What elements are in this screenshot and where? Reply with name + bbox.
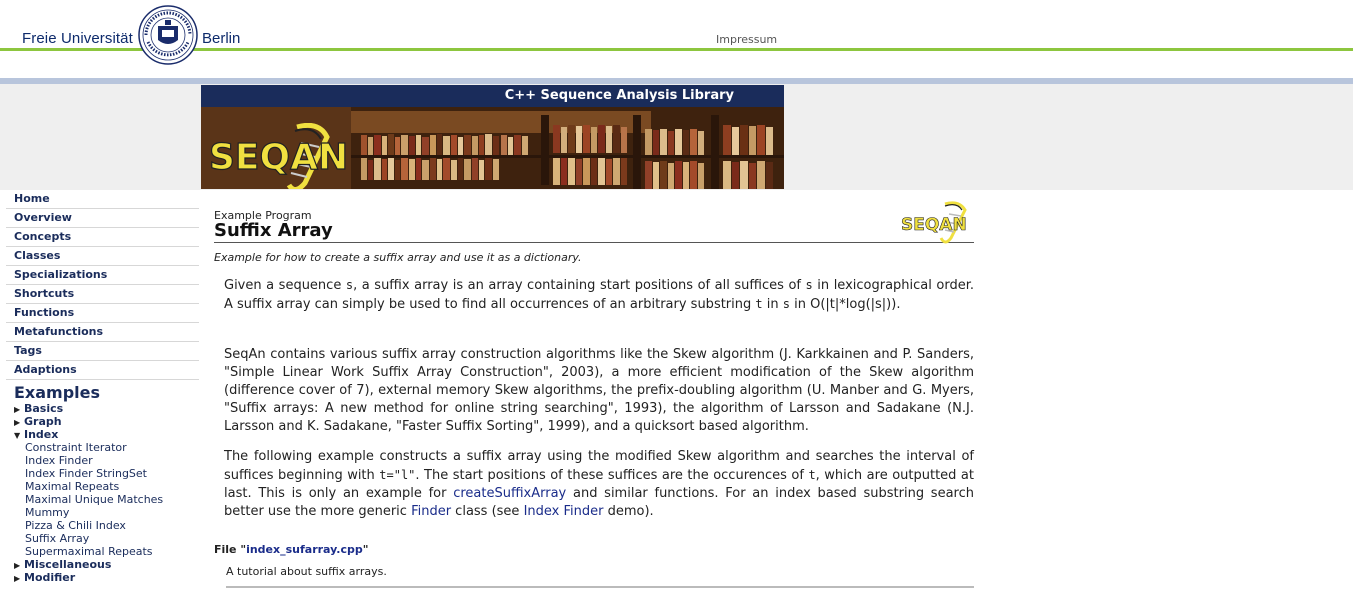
seqan-banner: C++ Sequence Analysis Library SEQAN — [201, 85, 784, 189]
fu-name-right[interactable]: Berlin — [202, 30, 240, 47]
banner-title: C++ Sequence Analysis Library — [504, 88, 734, 103]
banner-title-bar: C++ Sequence Analysis Library — [201, 85, 784, 107]
caret-right-icon[interactable]: ▶ — [14, 574, 24, 583]
page-title: Suffix Array — [214, 220, 333, 241]
sidebar-subitem-maximal-repeats[interactable]: Maximal Repeats — [25, 480, 119, 493]
caret-right-icon[interactable]: ▶ — [14, 418, 24, 427]
code-run: t — [808, 468, 816, 482]
file-link[interactable]: index_sufarray.cpp — [246, 543, 363, 556]
text-run: , a suffix array is an array containing … — [353, 278, 806, 293]
sidebar-item-tags[interactable]: Tags — [6, 342, 199, 361]
sidebar-subitem-index-finder[interactable]: Index Finder — [25, 454, 93, 467]
sidebar-category-index[interactable]: ▼ Index — [14, 428, 58, 441]
sidebar-item-label: Adaptions — [14, 363, 77, 376]
index-finder-link[interactable]: Index Finder — [524, 504, 604, 519]
file-suffix: " — [362, 543, 369, 556]
file-prefix: File " — [214, 543, 247, 556]
examples-heading: Examples — [14, 383, 101, 402]
sidebar-item-specializations[interactable]: Specializations — [6, 266, 199, 285]
create-suffix-array-link[interactable]: createSuffixArray — [453, 486, 566, 501]
sidebar-subitem-mummy[interactable]: Mummy — [25, 506, 69, 519]
top-header: Freie Universität Berlin Impressum — [0, 0, 1353, 52]
header-green-rule — [0, 48, 1353, 51]
sidebar-item-label: Shortcuts — [14, 287, 75, 300]
sidebar-item-overview[interactable]: Overview — [6, 209, 199, 228]
fu-name-left[interactable]: Freie Universität — [22, 30, 133, 47]
sidebar-subitem-supermaximal-repeats[interactable]: Supermaximal Repeats — [25, 545, 153, 558]
sidebar-item-label: Overview — [14, 211, 72, 224]
code-run: s — [782, 297, 790, 311]
text-run: class (see — [451, 504, 524, 519]
text-run: in O(|t|*log(|s|)). — [789, 297, 901, 312]
sidebar-item-home[interactable]: Home — [6, 190, 199, 209]
text-run: in — [762, 297, 783, 312]
category-label: Graph — [24, 415, 62, 428]
code-run: t="l" — [379, 468, 416, 482]
sidebar-category-graph[interactable]: ▶ Graph — [14, 415, 62, 428]
sidebar-subitem-index-finder-stringset[interactable]: Index Finder StringSet — [25, 467, 147, 480]
sidebar-item-label: Tags — [14, 344, 42, 357]
sidebar-subitem-suffix-array[interactable]: Suffix Array — [25, 532, 89, 545]
sidebar-item-label: Functions — [14, 306, 75, 319]
seqan-small-logo-icon: SEQAN — [901, 201, 967, 244]
category-label: Basics — [24, 402, 64, 415]
sidebar-subitem-constraint-iterator[interactable]: Constraint Iterator — [25, 441, 127, 454]
caret-down-icon[interactable]: ▼ — [14, 431, 24, 440]
sidebar-item-label: Classes — [14, 249, 61, 262]
sidebar-item-metafunctions[interactable]: Metafunctions — [6, 323, 199, 342]
sidebar-subitem-maximal-unique-matches[interactable]: Maximal Unique Matches — [25, 493, 163, 506]
sidebar-item-shortcuts[interactable]: Shortcuts — [6, 285, 199, 304]
sidebar-item-functions[interactable]: Functions — [6, 304, 199, 323]
paragraph-algorithms: SeqAn contains various suffix array cons… — [224, 347, 974, 434]
sidebar-item-classes[interactable]: Classes — [6, 247, 199, 266]
caret-right-icon[interactable]: ▶ — [14, 561, 24, 570]
page-subtitle: Example for how to create a suffix array… — [214, 251, 582, 264]
sidebar-item-label: Home — [14, 192, 50, 205]
sidebar: Home Overview Concepts Classes Specializ… — [0, 190, 202, 590]
code-run: t — [755, 297, 763, 311]
seqan-logo-icon[interactable]: SEQAN — [209, 123, 379, 189]
sidebar-subitem-pizza-chili-index[interactable]: Pizza & Chili Index — [25, 519, 126, 532]
sidebar-item-label: Metafunctions — [14, 325, 104, 338]
finder-link[interactable]: Finder — [411, 504, 451, 519]
sidebar-category-basics[interactable]: ▶ Basics — [14, 402, 63, 415]
title-rule — [214, 242, 974, 243]
caret-right-icon[interactable]: ▶ — [14, 405, 24, 414]
paragraph-example: The following example constructs a suffi… — [224, 448, 974, 521]
impressum-link[interactable]: Impressum — [716, 33, 777, 46]
text-run: . The start positions of these suffices … — [415, 468, 809, 483]
seqan-logo-text: SEQAN — [209, 137, 348, 178]
code-box-top-edge — [226, 586, 974, 592]
text-run: demo). — [603, 504, 654, 519]
seqan-small-logo-text: SEQAN — [901, 215, 967, 235]
category-label: Index — [24, 428, 59, 441]
fu-seal-icon[interactable] — [138, 4, 198, 66]
sidebar-item-label: Specializations — [14, 268, 108, 281]
main-content: Example Program Suffix Array SEQAN Examp… — [201, 190, 1353, 590]
sidebar-item-concepts[interactable]: Concepts — [6, 228, 199, 247]
file-heading: File "index_sufarray.cpp" — [214, 543, 368, 556]
sidebar-category-miscellaneous[interactable]: ▶ Miscellaneous — [14, 558, 111, 571]
sidebar-item-label: Concepts — [14, 230, 72, 243]
sidebar-category-modifier[interactable]: ▶ Modifier — [14, 571, 75, 584]
category-label: Miscellaneous — [24, 558, 112, 571]
code-run: s — [805, 278, 813, 292]
text-run: Given a sequence — [224, 278, 346, 293]
sidebar-item-adaptions[interactable]: Adaptions — [6, 361, 199, 380]
tutorial-text: A tutorial about suffix arrays. — [226, 565, 387, 578]
category-label: Modifier — [24, 571, 76, 584]
paragraph-intro: Given a sequence s, a suffix array is an… — [224, 276, 974, 314]
